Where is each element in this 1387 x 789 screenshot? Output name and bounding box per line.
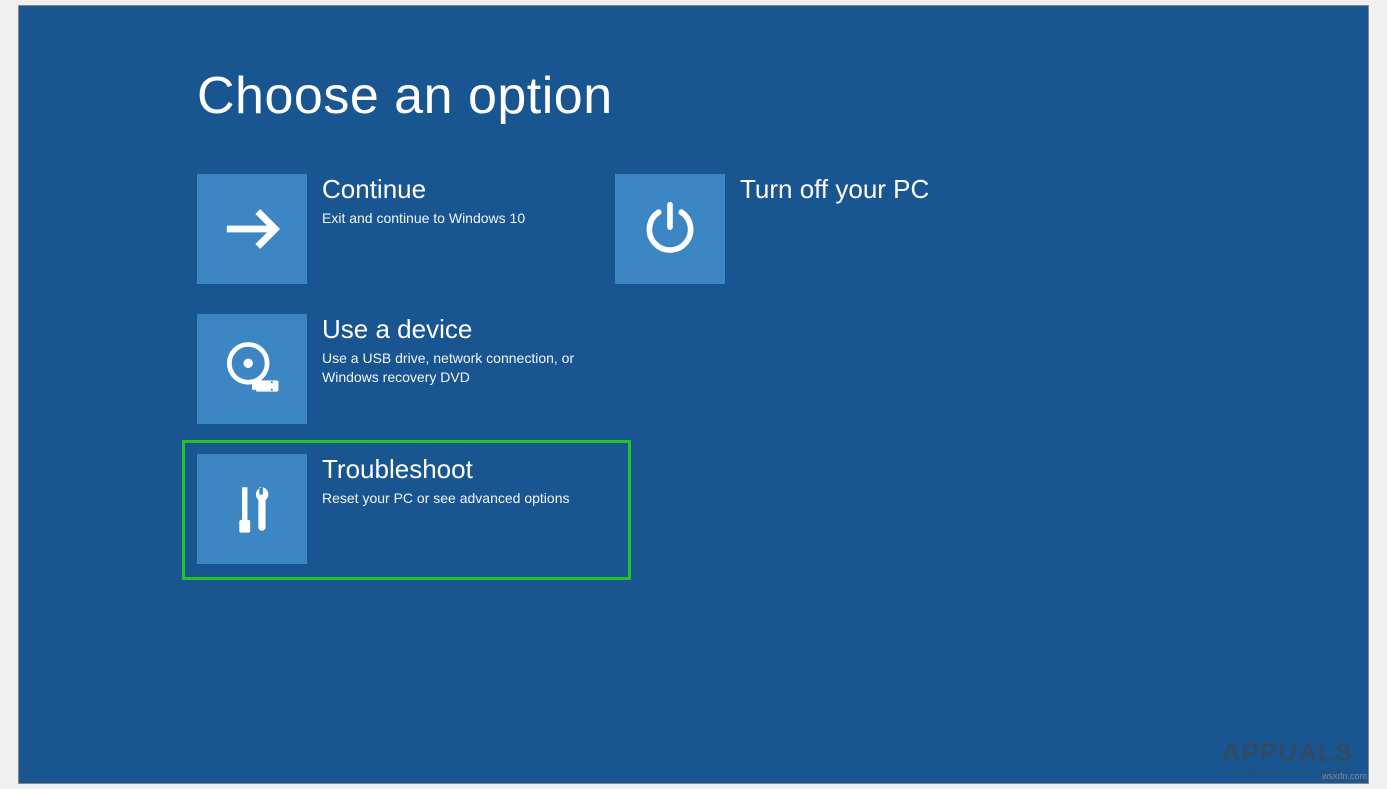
use-device-tile[interactable]: Use a device Use a USB drive, network co… <box>197 314 597 424</box>
turn-off-tile[interactable]: Turn off your PC <box>615 174 1015 284</box>
recovery-screen: Choose an option Continue Exit and conti… <box>18 5 1369 784</box>
arrow-right-icon <box>197 174 307 284</box>
troubleshoot-tile[interactable]: Troubleshoot Reset your PC or see advanc… <box>197 454 597 564</box>
turn-off-title: Turn off your PC <box>740 174 929 205</box>
disc-usb-icon <box>197 314 307 424</box>
continue-tile[interactable]: Continue Exit and continue to Windows 10 <box>197 174 597 284</box>
use-device-title: Use a device <box>322 314 582 345</box>
use-device-text: Use a device Use a USB drive, network co… <box>307 314 582 387</box>
troubleshoot-desc: Reset your PC or see advanced options <box>322 489 569 508</box>
watermark-brand: APPUALS <box>1222 737 1353 768</box>
source-label: wsxdn.com <box>1322 771 1367 781</box>
power-icon <box>615 174 725 284</box>
options-grid: Continue Exit and continue to Windows 10… <box>197 174 1033 564</box>
turn-off-text: Turn off your PC <box>725 174 929 209</box>
use-device-desc: Use a USB drive, network connection, or … <box>322 349 582 387</box>
troubleshoot-text: Troubleshoot Reset your PC or see advanc… <box>307 454 569 508</box>
continue-desc: Exit and continue to Windows 10 <box>322 209 525 228</box>
page-title: Choose an option <box>197 66 613 126</box>
continue-text: Continue Exit and continue to Windows 10 <box>307 174 525 228</box>
continue-title: Continue <box>322 174 525 205</box>
tools-icon <box>197 454 307 564</box>
troubleshoot-title: Troubleshoot <box>322 454 569 485</box>
